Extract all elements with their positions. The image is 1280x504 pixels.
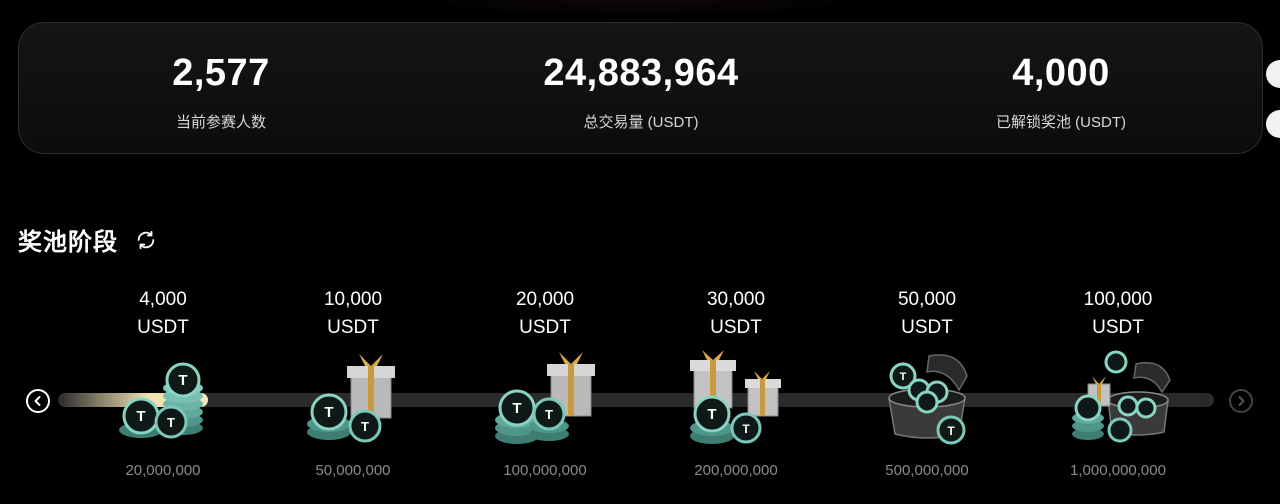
stats-card: 2,577 当前参赛人数 24,883,964 总交易量 (USDT) 4,00… [18,22,1263,154]
chevron-right-icon [1238,396,1245,406]
tier-unit: USDT [901,317,953,338]
tier-reward: 100,000 [1083,289,1153,310]
prev-button[interactable] [26,389,50,413]
section-title: 奖池阶段 [18,229,118,256]
chest-coins-icon: T T [867,350,987,450]
side-button[interactable] [1266,110,1280,138]
tier-reward: 50,000 [897,289,957,310]
tier-threshold: 1,000,000,000 [1070,462,1166,479]
tier-unit: USDT [710,317,762,338]
stat-label: 总交易量 (USDT) [583,114,699,131]
tier-threshold: 20,000,000 [125,462,201,479]
tier-reward: 10,000 [323,289,383,310]
stat-volume: 24,883,964 总交易量 (USDT) [481,51,801,132]
svg-text:T: T [361,419,369,434]
next-button[interactable] [1229,389,1253,413]
svg-text:T: T [136,408,145,425]
stat-value: 24,883,964 [543,52,739,94]
tier-threshold: 200,000,000 [694,462,778,479]
tier-unit: USDT [1092,317,1144,338]
top-glow [380,0,900,20]
tier-threshold: 500,000,000 [885,462,969,479]
stat-label: 已解锁奖池 (USDT) [996,114,1126,131]
side-button[interactable] [1266,60,1280,88]
stat-unlocked-pool: 4,000 已解锁奖池 (USDT) [901,51,1221,132]
tier-4: 30,000 USDT T T 200,000,000 [651,286,821,479]
tier-reward: 4,000 [139,289,187,310]
tier-unit: USDT [137,317,189,338]
chevron-left-icon [34,396,41,406]
tier-unit: USDT [519,317,571,338]
gift-coins-icon: T T [485,350,605,450]
tier-threshold: 50,000,000 [315,462,391,479]
tier-unit: USDT [327,317,379,338]
gifts-coins-icon: T T [676,350,796,450]
refresh-icon[interactable] [134,228,158,252]
svg-text:T: T [324,404,333,421]
svg-text:T: T [900,371,907,383]
svg-text:T: T [947,424,955,438]
stat-participants: 2,577 当前参赛人数 [61,51,381,132]
stat-label: 当前参赛人数 [175,114,266,131]
tier-3: 20,000 USDT T T 100,000,000 [460,286,630,479]
svg-text:T: T [742,422,750,436]
stat-value: 4,000 [1012,52,1110,94]
gift-coins-icon: T T [293,350,413,450]
tier-5: 50,000 USDT T T 500,000,000 [842,286,1012,479]
stat-value: 2,577 [172,52,270,94]
svg-text:T: T [178,372,187,389]
svg-text:T: T [167,415,175,430]
svg-text:T: T [545,407,553,422]
tier-threshold: 100,000,000 [503,462,587,479]
tier-1: 4,000 USDT T T T 20,000,000 [78,286,248,479]
tier-2: 10,000 USDT T T 50,000,000 [268,286,438,479]
svg-text:T: T [707,406,716,423]
section-header: 奖池阶段 [18,222,158,257]
tier-6: 100,000 USDT 1,000,000,000 [1033,286,1203,479]
coin-stack-icon: T T T [103,350,223,450]
chest-gift-coins-icon [1058,350,1178,450]
svg-text:T: T [512,400,521,417]
tier-reward: 20,000 [515,289,575,310]
tier-reward: 30,000 [706,289,766,310]
